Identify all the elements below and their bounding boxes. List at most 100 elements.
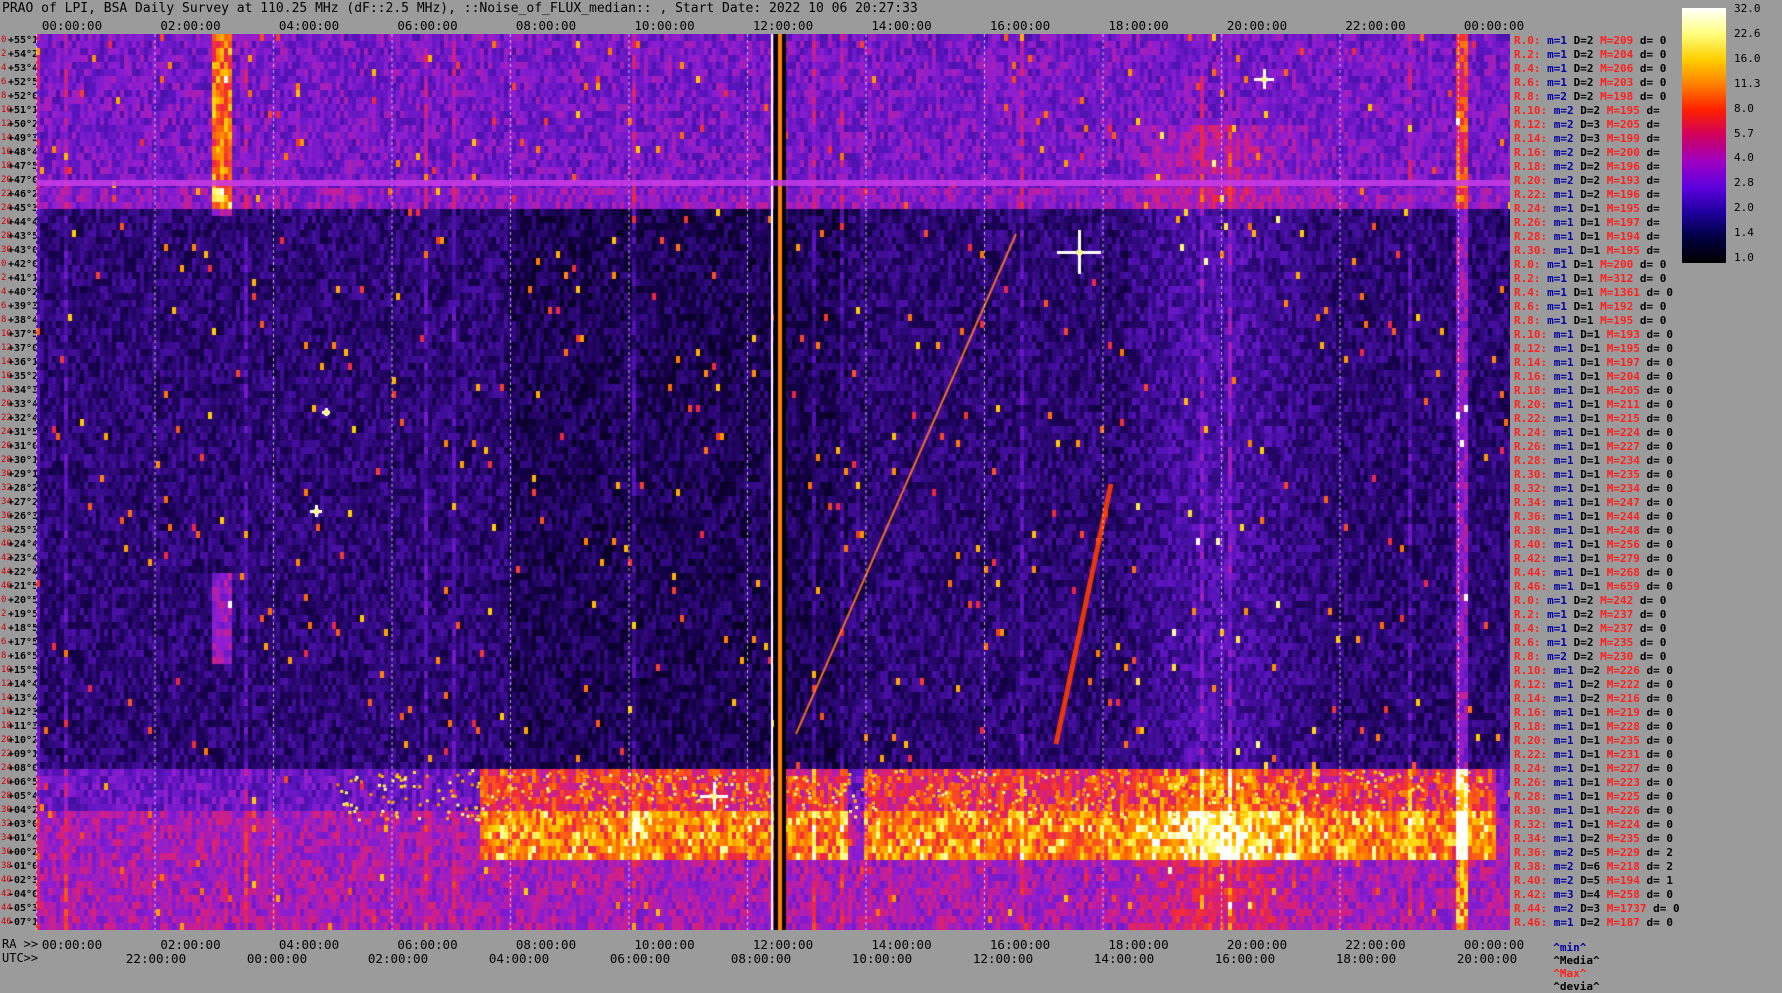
declination-label: 38 -01°00' (0, 860, 50, 873)
receiver-median: D=1 (1573, 328, 1601, 341)
declination-label: 30 +04°25' (0, 804, 50, 817)
receiver-max: M=224 (1600, 426, 1640, 439)
receiver-max: M=230 (1593, 650, 1634, 663)
declination-label: 10 +51°15' (0, 104, 50, 117)
declination-label: 22 +32°49' (0, 412, 50, 425)
heatmap-area (36, 34, 1510, 930)
receiver-min: m=1 (1547, 664, 1574, 677)
receiver-median: D=2 (1567, 34, 1594, 47)
declination-label: 28 +30°10' (0, 454, 50, 467)
colorbar-tick: 2.8 (1734, 176, 1754, 190)
receiver-name: R.28: (1514, 790, 1548, 803)
receiver-name: R.24: (1514, 426, 1548, 439)
receiver-min: m=1 (1547, 524, 1574, 537)
receiver-name: R.30: (1514, 804, 1548, 817)
receiver-max: M=211 (1600, 398, 1640, 411)
receiver-min: m=1 (1540, 314, 1567, 327)
receiver-min: m=1 (1540, 48, 1567, 61)
plot-title: PRAO of LPI, BSA Daily Survey at 110.25 … (2, 1, 918, 16)
receiver-min: m=1 (1547, 776, 1574, 789)
receiver-devia: d= 0 (1639, 720, 1673, 733)
receiver-min: m=1 (1540, 622, 1567, 635)
receiver-median: D=1 (1573, 566, 1601, 579)
colorbar-tick: 5.7 (1734, 126, 1754, 140)
declination-label: 2 +41°19' (0, 272, 50, 285)
receiver-devia: d= (1639, 174, 1660, 187)
receiver-median: D=3 (1573, 132, 1601, 145)
receiver-min: m=2 (1547, 104, 1574, 117)
receiver-median: D=1 (1573, 356, 1601, 369)
receiver-name: R.32: (1514, 482, 1548, 495)
receiver-median: D=2 (1567, 594, 1594, 607)
receiver-name: R.28: (1514, 454, 1548, 467)
receiver-name: R.20: (1514, 734, 1548, 747)
receiver-min: m=1 (1540, 62, 1567, 75)
receiver-devia: d= 0 (1639, 342, 1673, 355)
receiver-median: D=2 (1567, 62, 1594, 75)
receiver-min: m=1 (1547, 188, 1574, 201)
receiver-max: M=200 (1600, 146, 1640, 159)
receiver-max: M=235 (1600, 832, 1640, 845)
receiver-min: m=1 (1547, 216, 1574, 229)
receiver-row: R.6: m=1 D=2 M=203 d= 0 (1514, 76, 1666, 90)
legend-median: ^Media^ (1553, 954, 1600, 967)
receiver-median: D=2 (1567, 76, 1594, 89)
receiver-min: m=2 (1540, 90, 1567, 103)
legend-max: ^Max^ (1553, 967, 1587, 980)
receiver-row: R.4: m=1 D=1 M=1361 d= 0 (1514, 286, 1673, 300)
receiver-min: m=1 (1540, 636, 1567, 649)
receiver-devia: d= 0 (1639, 524, 1673, 537)
receiver-name: R.44: (1514, 566, 1548, 579)
receiver-devia: d= (1639, 230, 1660, 243)
utc-axis-tick: 12:00:00 (972, 951, 1034, 966)
receiver-max: M=205 (1600, 118, 1640, 131)
receiver-row: R.2: m=1 D=2 M=237 d= 0 (1514, 608, 1666, 622)
utc-axis-tick: 22:00:00 (125, 951, 187, 966)
receiver-devia: d= 0 (1639, 384, 1673, 397)
receiver-max: M=195 (1600, 104, 1640, 117)
receiver-median: D=2 (1567, 608, 1594, 621)
receiver-row: R.18: m=1 D=1 M=228 d= 0 (1514, 720, 1673, 734)
receiver-min: m=1 (1547, 538, 1574, 551)
receiver-max: M=237 (1593, 622, 1634, 635)
receiver-devia: d= 0 (1639, 706, 1673, 719)
receiver-devia: d= 0 (1639, 356, 1673, 369)
receiver-devia: d= 0 (1633, 636, 1667, 649)
receiver-median: D=1 (1573, 720, 1601, 733)
declination-label: 34 +27°28' (0, 496, 50, 509)
receiver-row: R.42: m=3 D=4 M=258 d= 0 (1514, 888, 1673, 902)
receiver-row: R.20: m=2 D=2 M=193 d= (1514, 174, 1660, 188)
ra-axis-prefix: RA >> (2, 937, 39, 951)
utc-axis-tick: 20:00:00 (1456, 951, 1518, 966)
receiver-row: R.44: m=1 D=1 M=268 d= 0 (1514, 566, 1673, 580)
receiver-name: R.46: (1514, 580, 1548, 593)
receiver-min: m=1 (1547, 566, 1574, 579)
receiver-min: m=1 (1540, 272, 1567, 285)
declination-label: 4 +40°28' (0, 286, 50, 299)
receiver-name: R.10: (1514, 664, 1548, 677)
receiver-median: D=1 (1573, 748, 1601, 761)
receiver-name: R.42: (1514, 552, 1548, 565)
receiver-min: m=1 (1540, 258, 1567, 271)
declination-label: 16 +35°24' (0, 370, 50, 383)
declination-label: 16 +12°38' (0, 706, 50, 719)
receiver-max: M=216 (1600, 692, 1640, 705)
receiver-devia: d= 0 (1639, 664, 1673, 677)
receiver-name: R.12: (1514, 342, 1548, 355)
receiver-median: D=1 (1573, 552, 1601, 565)
receiver-max: M=203 (1593, 76, 1634, 89)
receiver-max: M=223 (1600, 776, 1640, 789)
receiver-max: M=204 (1593, 48, 1634, 61)
receiver-median: D=1 (1573, 398, 1601, 411)
receiver-max: M=195 (1600, 342, 1640, 355)
ra-axis-tick: 08:00:00 (515, 937, 577, 952)
receiver-max: M=197 (1600, 356, 1640, 369)
receiver-min: m=1 (1547, 370, 1574, 383)
receiver-row: R.30: m=1 D=1 M=235 d= 0 (1514, 468, 1673, 482)
receiver-row: R.8: m=1 D=1 M=195 d= 0 (1514, 314, 1666, 328)
declination-label: 24 +31°56' (0, 426, 50, 439)
receiver-devia: d= 0 (1633, 62, 1667, 75)
receiver-max: M=268 (1600, 566, 1640, 579)
receiver-name: R.22: (1514, 412, 1548, 425)
receiver-row: R.2: m=1 D=1 M=312 d= 0 (1514, 272, 1666, 286)
